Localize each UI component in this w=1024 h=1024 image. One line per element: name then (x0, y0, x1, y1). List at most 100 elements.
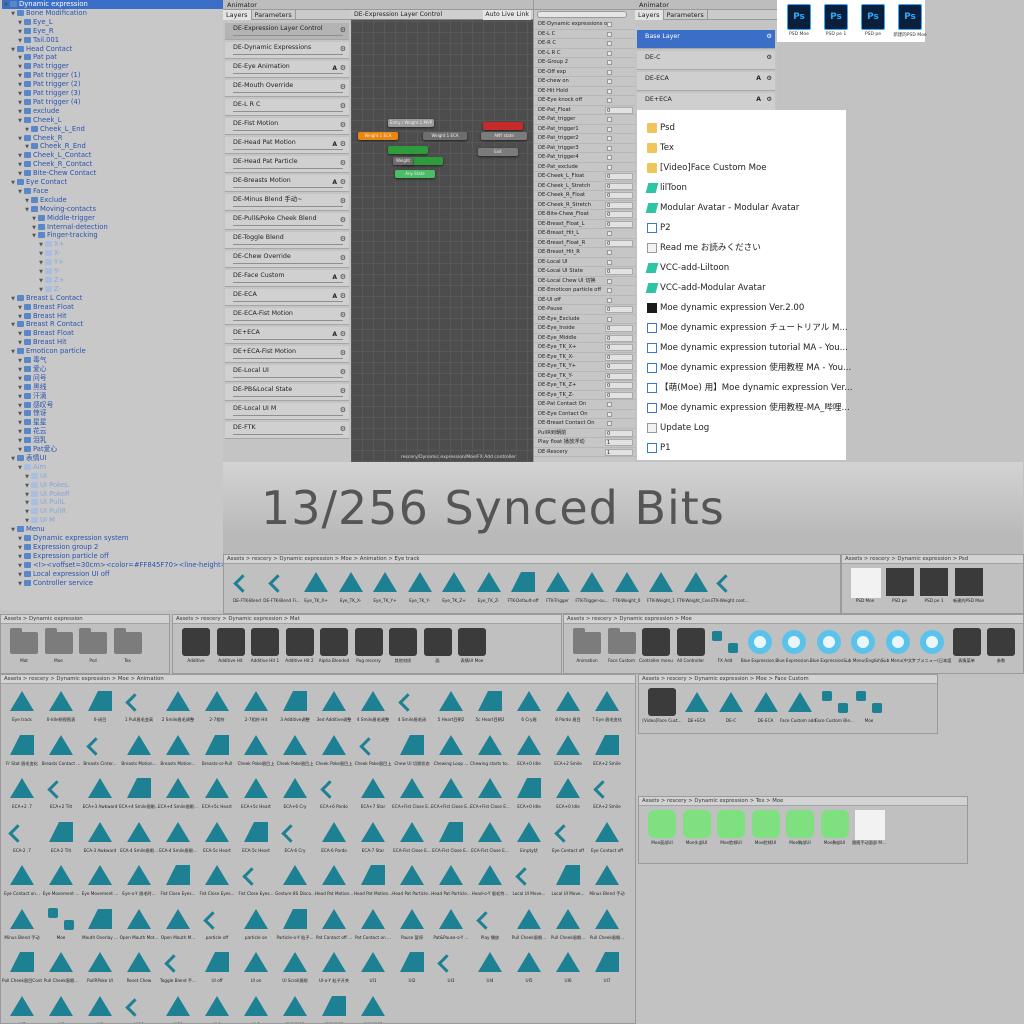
parameter-row[interactable]: DE-Emoticon particle off (534, 286, 636, 296)
parameter-row[interactable]: DE-Cheek_L_Float 0 (534, 172, 636, 182)
parameter-checkbox[interactable] (607, 41, 612, 46)
parameter-checkbox[interactable] (607, 231, 612, 236)
state-node[interactable]: ANY state (481, 132, 527, 140)
parameter-row[interactable]: DE-L R C (534, 49, 636, 58)
layer-weight-bar[interactable] (233, 187, 343, 188)
layer-weight-bar[interactable] (233, 434, 343, 435)
parameter-row[interactable]: DE-Off exp (534, 68, 636, 77)
parameter-value-field[interactable]: 0 (605, 182, 633, 190)
layer-weight-bar[interactable] (233, 73, 343, 74)
parameter-row[interactable]: DE-Pat Contact On (534, 400, 636, 410)
gear-icon[interactable]: ⚙ (340, 215, 346, 226)
hierarchy-item[interactable]: ▼ Pat trigger (2) (16, 80, 223, 89)
hierarchy-item[interactable]: ▼ 问号 (16, 374, 223, 383)
hierarchy-item[interactable]: ▼ Pat trigger (1) (16, 71, 223, 80)
gear-icon[interactable]: ⚙ (340, 424, 346, 435)
hierarchy-item[interactable]: ▼ X- (37, 249, 223, 258)
hierarchy-item[interactable]: ▼ Pat trigger (4) (16, 98, 223, 107)
parameter-row[interactable]: DE-R C (534, 39, 636, 49)
hierarchy-item[interactable]: ▼ Expression particle off (16, 552, 223, 561)
parameter-row[interactable]: DE-Eye_Middle 0 (534, 334, 636, 343)
gear-icon[interactable]: ⚙ (340, 25, 346, 36)
animator-layer[interactable]: DE+ECA A ⚙ (225, 327, 349, 344)
photoshop-file-icon[interactable]: Ps (898, 4, 922, 30)
parameter-row[interactable]: DE-Eye knock off (534, 96, 636, 106)
parameter-row[interactable]: DE-Eye_TK_X+ 0 (534, 343, 636, 353)
parameter-row[interactable]: DE-Group 2 (534, 58, 636, 68)
hierarchy-item[interactable]: ▼ 汗滴 (16, 392, 223, 401)
parameter-value-field[interactable]: 0 (605, 192, 633, 199)
hierarchy-item[interactable]: ▼ Y+ (37, 258, 223, 267)
parameter-row[interactable]: DE-Eye Contact On (534, 410, 636, 419)
parameter-checkbox[interactable] (607, 136, 612, 141)
hierarchy-item[interactable]: ▼ Pat trigger (3) (16, 89, 223, 98)
parameter-value-field[interactable]: 0 (605, 211, 633, 218)
hierarchy-item[interactable]: ▼ Z- (37, 285, 223, 294)
parameter-row[interactable]: DE-Eye_TK_X- 0 (534, 353, 636, 362)
parameter-checkbox[interactable] (607, 316, 612, 322)
hierarchy-item[interactable]: ▼ Bite-Chew Contact (16, 169, 223, 178)
hierarchy-item[interactable]: ▼ Pat爱心 (16, 445, 223, 454)
photoshop-file-icon[interactable]: Ps (824, 4, 848, 30)
parameter-row[interactable]: DE-Breast_Float_R 0 (534, 239, 636, 248)
parameter-row[interactable]: DE-Breast_Hit_L (534, 229, 636, 239)
state-graph[interactable]: DE-Expression Layer Control Auto Live Lin… (351, 10, 533, 462)
animator-layer[interactable]: DE-Local UI ⚙ (225, 365, 349, 382)
parameter-checkbox[interactable] (607, 22, 612, 27)
gear-icon[interactable]: ⚙ (766, 51, 772, 65)
hierarchy-item[interactable]: ▼ 泪乳 (16, 436, 223, 445)
parameter-row[interactable]: DE-Local Chew UI 切换 (534, 277, 636, 286)
parameter-row[interactable]: DE-Pause 0 (534, 305, 636, 315)
parameter-value-field[interactable]: 0 (605, 382, 633, 389)
animator-layer[interactable]: DE-FTK ⚙ (225, 422, 349, 439)
hierarchy-item[interactable]: ▼ Cheek_L (16, 116, 223, 125)
gear-icon[interactable]: ⚙ (340, 177, 346, 188)
parameter-value-field[interactable]: 1 (605, 448, 633, 456)
hierarchy-item[interactable]: ▼ Bone Modification (9, 9, 223, 18)
hierarchy-item[interactable]: ▼ 花云 (16, 427, 223, 436)
animator-layer[interactable]: DE-Minus Blend 手动~ ⚙ (225, 194, 349, 211)
expand-arrow-icon[interactable]: ▼ (16, 580, 24, 589)
state-node[interactable]: Entry / Weight 1 MVP (388, 119, 434, 127)
parameter-row[interactable]: DE-chew on (534, 77, 636, 87)
parameter-row[interactable]: DE-Cheek_R_Float 0 (534, 191, 636, 201)
state-node[interactable] (388, 146, 428, 154)
hierarchy-item[interactable]: ▼ X+ (37, 240, 223, 249)
parameter-row[interactable]: DE-Breast Contact On (534, 419, 636, 429)
animator-layer[interactable]: DE-Head Pat Motion A ⚙ (225, 137, 349, 154)
hierarchy-item[interactable]: ▼ <I><voffset=30cm><color=#FF845F70><line… (16, 561, 223, 570)
hierarchy-item[interactable]: ▼ UI PullL (23, 498, 223, 507)
layer-weight-bar[interactable] (233, 225, 343, 226)
parameter-row[interactable]: DE-Bite-Chew_Float 0 (534, 210, 636, 220)
parameter-checkbox[interactable] (607, 60, 612, 65)
gear-icon[interactable]: ⚙ (340, 63, 346, 74)
layer-weight-bar[interactable] (233, 206, 343, 207)
layer-weight-bar[interactable] (233, 358, 343, 359)
parameter-checkbox[interactable] (607, 117, 612, 122)
parameter-value-field[interactable]: 1 (605, 439, 633, 446)
parameter-row[interactable]: DE-Eye_TK_Z+ 0 (534, 381, 636, 391)
animator-layer[interactable]: DE-Expression Layer Control ⚙ (225, 23, 349, 40)
gear-icon[interactable]: ⚙ (766, 30, 772, 44)
right-animator-layer[interactable]: DE-ECA A ⚙ (637, 72, 775, 91)
gear-icon[interactable]: ⚙ (340, 120, 346, 131)
layer-weight-bar[interactable] (233, 130, 343, 131)
parameter-value-field[interactable]: 0 (605, 325, 633, 332)
hierarchy-item[interactable]: ▼ 惊讶 (16, 409, 223, 418)
parameter-checkbox[interactable] (607, 250, 612, 255)
layer-weight-bar[interactable] (233, 35, 343, 36)
layer-weight-bar[interactable] (233, 396, 343, 397)
breadcrumb[interactable]: Assets > rescery > Dynamic expression > … (173, 615, 561, 624)
parameter-row[interactable]: DE-Pat_exclude (534, 163, 636, 172)
state-node[interactable]: Weight 1 ECA (358, 132, 398, 140)
layer-weight-bar[interactable] (233, 244, 343, 245)
parameter-value-field[interactable]: 0 (605, 173, 633, 180)
animator-layer[interactable]: DE-Chew Override ⚙ (225, 251, 349, 268)
parameter-row[interactable]: DE-Eye_TK_Y+ 0 (534, 362, 636, 372)
parameter-row[interactable]: DE-Local UI (534, 258, 636, 267)
right-animator-layer[interactable]: DE-C ⚙ (637, 51, 775, 70)
hierarchy-item[interactable]: ▼ exclude (16, 107, 223, 116)
state-node[interactable]: Weight 1 ECA (423, 132, 467, 140)
hierarchy-item[interactable]: ▼ 黑线 (16, 383, 223, 392)
state-node[interactable]: Any State (395, 170, 435, 178)
